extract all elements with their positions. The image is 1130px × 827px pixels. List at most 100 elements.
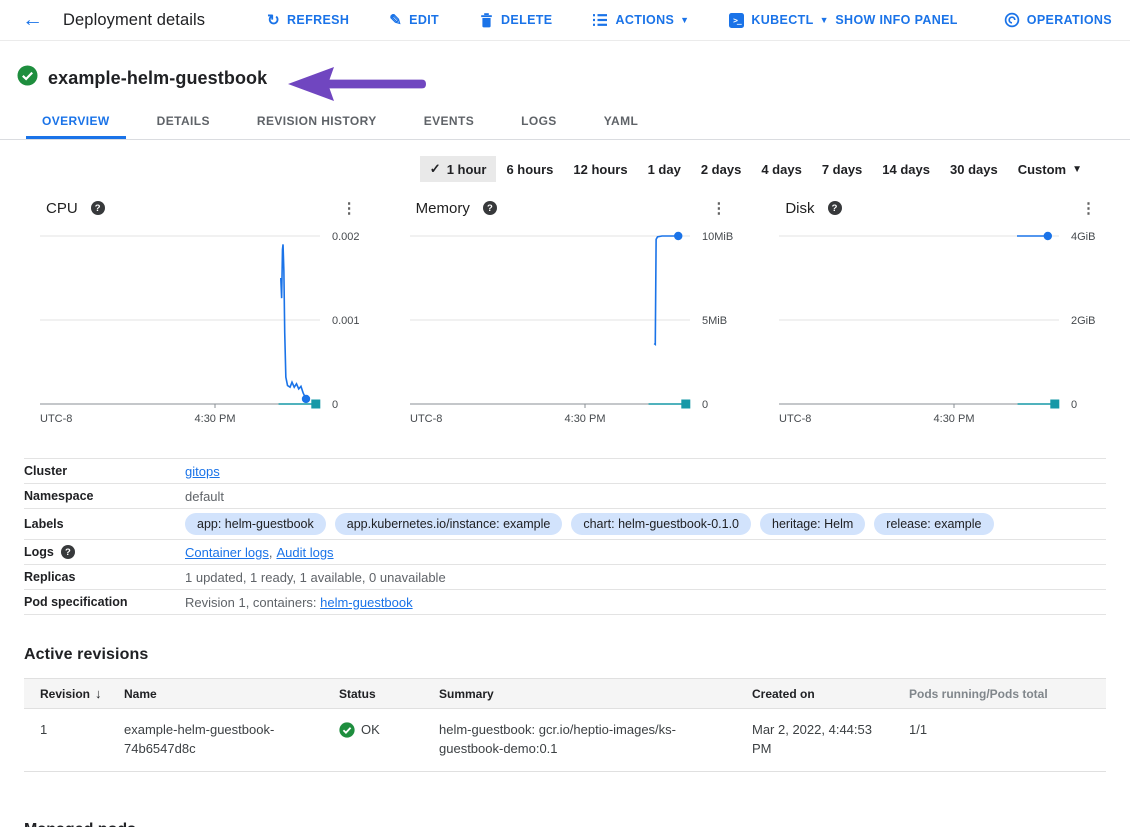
time-range-30-days[interactable]: 30 days: [940, 157, 1008, 182]
check-icon: ✓: [430, 161, 441, 177]
tab-yaml[interactable]: YAML: [588, 103, 655, 139]
detail-key: Replicas: [24, 570, 185, 584]
help-icon[interactable]: ?: [91, 201, 105, 215]
detail-key: Logs: [24, 545, 54, 559]
more-options-icon[interactable]: ⋮: [338, 199, 361, 218]
show-info-panel-button[interactable]: SHOW INFO PANEL: [835, 13, 957, 27]
help-icon[interactable]: ?: [828, 201, 842, 215]
cpu-chart-card: CPU ? ⋮ 0.002 0.001 0 UTC-8 4:30 PM: [24, 190, 367, 426]
detail-key: Labels: [24, 517, 185, 531]
memory-chart-card: Memory ? ⋮ 10MiB5MiB0UTC-84:30 PM: [394, 190, 737, 426]
status-ok-icon: [339, 722, 355, 738]
time-range-2-days[interactable]: 2 days: [691, 157, 751, 182]
time-range-14-days[interactable]: 14 days: [872, 157, 940, 182]
status-text: OK: [361, 720, 380, 739]
metrics-charts: CPU ? ⋮ 0.002 0.001 0 UTC-8 4:30 PM Memory ?…: [0, 184, 1130, 426]
svg-text:0: 0: [332, 399, 338, 411]
time-range-6-hours[interactable]: 6 hours: [496, 157, 563, 182]
svg-text:4:30 PM: 4:30 PM: [934, 413, 975, 425]
refresh-button[interactable]: ↻ REFRESH: [267, 13, 349, 28]
operations-button[interactable]: OPERATIONS: [1004, 12, 1112, 28]
pods-cell: 1/1: [909, 720, 1106, 739]
container-link[interactable]: helm-guestbook: [320, 595, 413, 610]
pencil-icon: ✎: [389, 13, 402, 28]
tab-bar: OVERVIEW DETAILS REVISION HISTORY EVENTS…: [0, 103, 1130, 140]
label-chip: chart: helm-guestbook-0.1.0: [571, 513, 751, 535]
tab-events[interactable]: EVENTS: [408, 103, 490, 139]
namespace-value: default: [185, 489, 224, 504]
help-icon[interactable]: ?: [483, 201, 497, 215]
page-title: Deployment details: [63, 11, 205, 30]
label-chip: app.kubernetes.io/instance: example: [335, 513, 563, 535]
toolbar: ← Deployment details ↻ REFRESH ✎ EDIT DE…: [0, 0, 1130, 41]
column-status: Status: [339, 687, 439, 701]
time-range-selector: ✓ 1 hour 6 hours 12 hours 1 day 2 days 4…: [0, 140, 1130, 184]
edit-button[interactable]: ✎ EDIT: [389, 13, 439, 28]
svg-text:UTC-8: UTC-8: [40, 413, 72, 425]
detail-key: Cluster: [24, 464, 185, 478]
disk-chart-card: Disk ? ⋮ 4GiB2GiB0UTC-84:30 PM: [763, 190, 1106, 426]
time-range-1-day[interactable]: 1 day: [638, 157, 691, 182]
delete-button[interactable]: DELETE: [479, 12, 552, 28]
detail-row-pod-specification: Pod specification Revision 1, containers…: [24, 590, 1106, 615]
separator: ,: [269, 545, 273, 560]
kubectl-menu-button[interactable]: >_ KUBECTL ▼: [729, 13, 828, 28]
sort-desc-icon[interactable]: ↓: [95, 686, 102, 701]
help-icon[interactable]: ?: [61, 545, 75, 559]
detail-row-cluster: Cluster gitops: [24, 459, 1106, 484]
time-range-7-days[interactable]: 7 days: [812, 157, 872, 182]
cluster-link[interactable]: gitops: [185, 464, 220, 479]
memory-chart: 10MiB5MiB0UTC-84:30 PM: [394, 226, 737, 426]
cpu-chart: 0.002 0.001 0 UTC-8 4:30 PM: [24, 226, 367, 426]
tab-overview[interactable]: OVERVIEW: [26, 103, 126, 139]
detail-key: Pod specification: [24, 595, 185, 609]
tab-revision-history[interactable]: REVISION HISTORY: [241, 103, 393, 139]
column-summary: Summary: [439, 687, 752, 701]
svg-text:4:30 PM: 4:30 PM: [564, 413, 605, 425]
label-chip: release: example: [874, 513, 993, 535]
replicas-value: 1 updated, 1 ready, 1 available, 0 unava…: [185, 570, 446, 585]
column-created-on: Created on: [752, 687, 909, 701]
tab-logs[interactable]: LOGS: [505, 103, 573, 139]
time-range-1-hour[interactable]: ✓ 1 hour: [420, 156, 497, 182]
more-options-icon[interactable]: ⋮: [1077, 199, 1100, 218]
tab-details[interactable]: DETAILS: [141, 103, 226, 139]
table-row: 1 example-helm-guestbook-74b6547d8c OK h…: [24, 709, 1106, 772]
active-revisions-table: Revision ↓ Name Status Summary Created o…: [24, 678, 1106, 772]
svg-text:10MiB: 10MiB: [702, 231, 733, 243]
time-range-12-hours[interactable]: 12 hours: [563, 157, 637, 182]
cpu-chart-title: CPU: [46, 200, 78, 217]
chevron-down-icon: ▼: [1072, 164, 1082, 175]
table-header-row: Revision ↓ Name Status Summary Created o…: [24, 678, 1106, 709]
memory-chart-title: Memory: [416, 200, 470, 217]
revision-cell: 1: [24, 720, 124, 739]
svg-text:0.001: 0.001: [332, 315, 360, 327]
label-chip: app: helm-guestbook: [185, 513, 326, 535]
deployment-details-list: Cluster gitops Namespace default Labels …: [24, 458, 1106, 615]
svg-text:4:30 PM: 4:30 PM: [195, 413, 236, 425]
svg-text:0.002: 0.002: [332, 231, 360, 243]
managed-pods-title: Managed pods: [24, 821, 136, 827]
audit-logs-link[interactable]: Audit logs: [276, 545, 333, 560]
status-ok-icon: [17, 65, 38, 91]
container-logs-link[interactable]: Container logs: [185, 545, 269, 560]
deployment-name: example-helm-guestbook: [48, 68, 267, 89]
terminal-icon: >_: [729, 13, 744, 28]
actions-menu-button[interactable]: ACTIONS ▼: [592, 13, 689, 27]
time-range-custom[interactable]: Custom ▼: [1008, 157, 1092, 182]
svg-text:0: 0: [702, 399, 708, 411]
detail-row-labels: Labels app: helm-guestbook app.kubernete…: [24, 509, 1106, 540]
svg-text:UTC-8: UTC-8: [779, 413, 811, 425]
toolbar-actions: ↻ REFRESH ✎ EDIT DELETE ACTIONS ▼ >_ KUB…: [267, 12, 829, 28]
detail-row-replicas: Replicas 1 updated, 1 ready, 1 available…: [24, 565, 1106, 590]
more-options-icon[interactable]: ⋮: [707, 199, 730, 218]
label-chip: heritage: Helm: [760, 513, 865, 535]
detail-row-logs: Logs ? Container logs,Audit logs: [24, 540, 1106, 565]
disk-chart: 4GiB2GiB0UTC-84:30 PM: [763, 226, 1106, 426]
back-arrow-icon[interactable]: ←: [22, 9, 43, 30]
time-range-4-days[interactable]: 4 days: [751, 157, 811, 182]
toolbar-right: SHOW INFO PANEL OPERATIONS: [835, 12, 1114, 28]
trash-icon: [479, 12, 494, 28]
column-revision[interactable]: Revision: [40, 687, 90, 701]
refresh-icon: ↻: [267, 13, 280, 28]
